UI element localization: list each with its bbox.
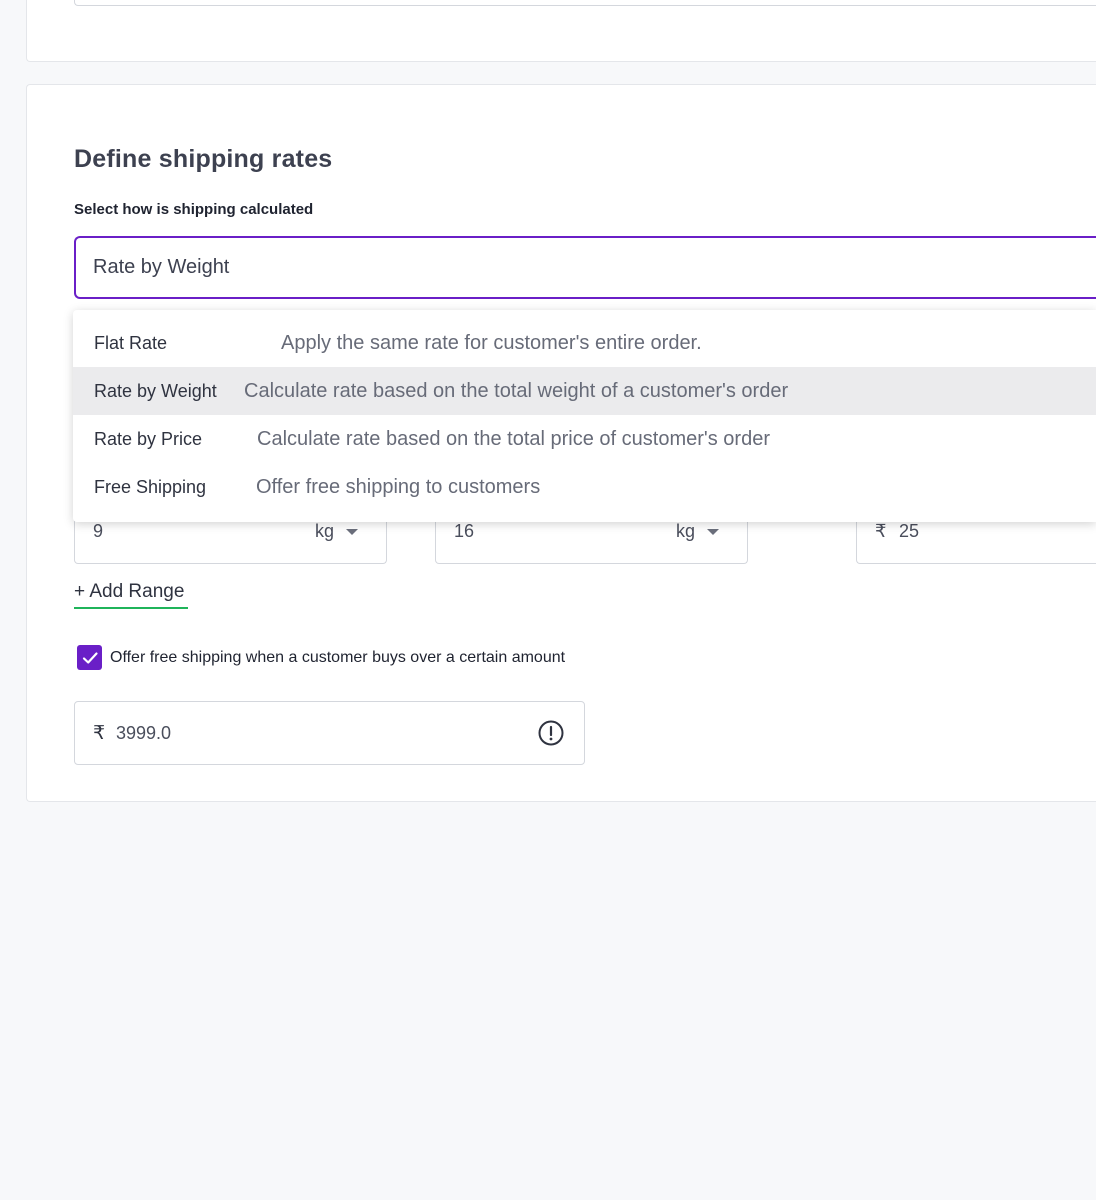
free-shipping-checkbox[interactable] xyxy=(77,645,102,670)
calculation-select-label: Select how is shipping calculated xyxy=(74,201,314,218)
rupee-icon: ₹ xyxy=(875,521,887,541)
alert-circle-icon xyxy=(538,720,564,751)
dropdown-option-name: Flat Rate xyxy=(94,332,168,353)
dropdown-option-name: Rate by Price xyxy=(94,428,203,449)
range-to-value: 16 xyxy=(454,521,475,541)
free-shipping-option: Offer free shipping when a customer buys… xyxy=(77,645,565,670)
range-to-unit[interactable]: kg xyxy=(676,521,695,542)
rupee-icon: ₹ xyxy=(93,723,106,744)
dropdown-option-name: Rate by Weight xyxy=(94,380,217,401)
section-title: Define shipping rates xyxy=(74,145,333,173)
free-shipping-amount-value: 3999.0 xyxy=(116,723,172,743)
add-range-button[interactable]: + Add Range xyxy=(74,579,188,609)
check-icon xyxy=(82,651,98,664)
previous-section-card xyxy=(26,0,1096,62)
dropdown-option-description: Offer free shipping to customers xyxy=(256,475,541,498)
dropdown-option-flat-rate[interactable]: Flat Rate Apply the same rate for custom… xyxy=(73,319,1096,367)
range-from-unit[interactable]: kg xyxy=(315,521,334,542)
calculation-method-value: Rate by Weight xyxy=(93,256,230,278)
range-from-value: 9 xyxy=(93,521,104,541)
dropdown-option-free-shipping[interactable]: Free Shipping Offer free shipping to cus… xyxy=(73,463,1096,511)
free-shipping-label: Offer free shipping when a customer buys… xyxy=(110,648,566,666)
dropdown-option-description: Calculate rate based on the total price … xyxy=(257,427,770,450)
caret-down-icon[interactable] xyxy=(707,529,719,535)
free-shipping-amount-input[interactable]: ₹ 3999.0 xyxy=(74,701,585,765)
dropdown-option-name: Free Shipping xyxy=(94,476,207,497)
dropdown-option-rate-by-price[interactable]: Rate by Price Calculate rate based on th… xyxy=(73,415,1096,463)
dropdown-option-rate-by-weight[interactable]: Rate by Weight Calculate rate based on t… xyxy=(73,367,1096,415)
range-rate-value: 25 xyxy=(899,521,920,541)
calculation-method-select[interactable]: Rate by Weight xyxy=(74,236,1096,299)
dropdown-option-description: Apply the same rate for customer's entir… xyxy=(281,331,702,354)
dropdown-option-description: Calculate rate based on the total weight… xyxy=(244,379,789,402)
calculation-method-dropdown: Flat Rate Apply the same rate for custom… xyxy=(73,310,1096,522)
previous-input-field[interactable] xyxy=(74,0,1096,6)
caret-down-icon[interactable] xyxy=(346,529,358,535)
